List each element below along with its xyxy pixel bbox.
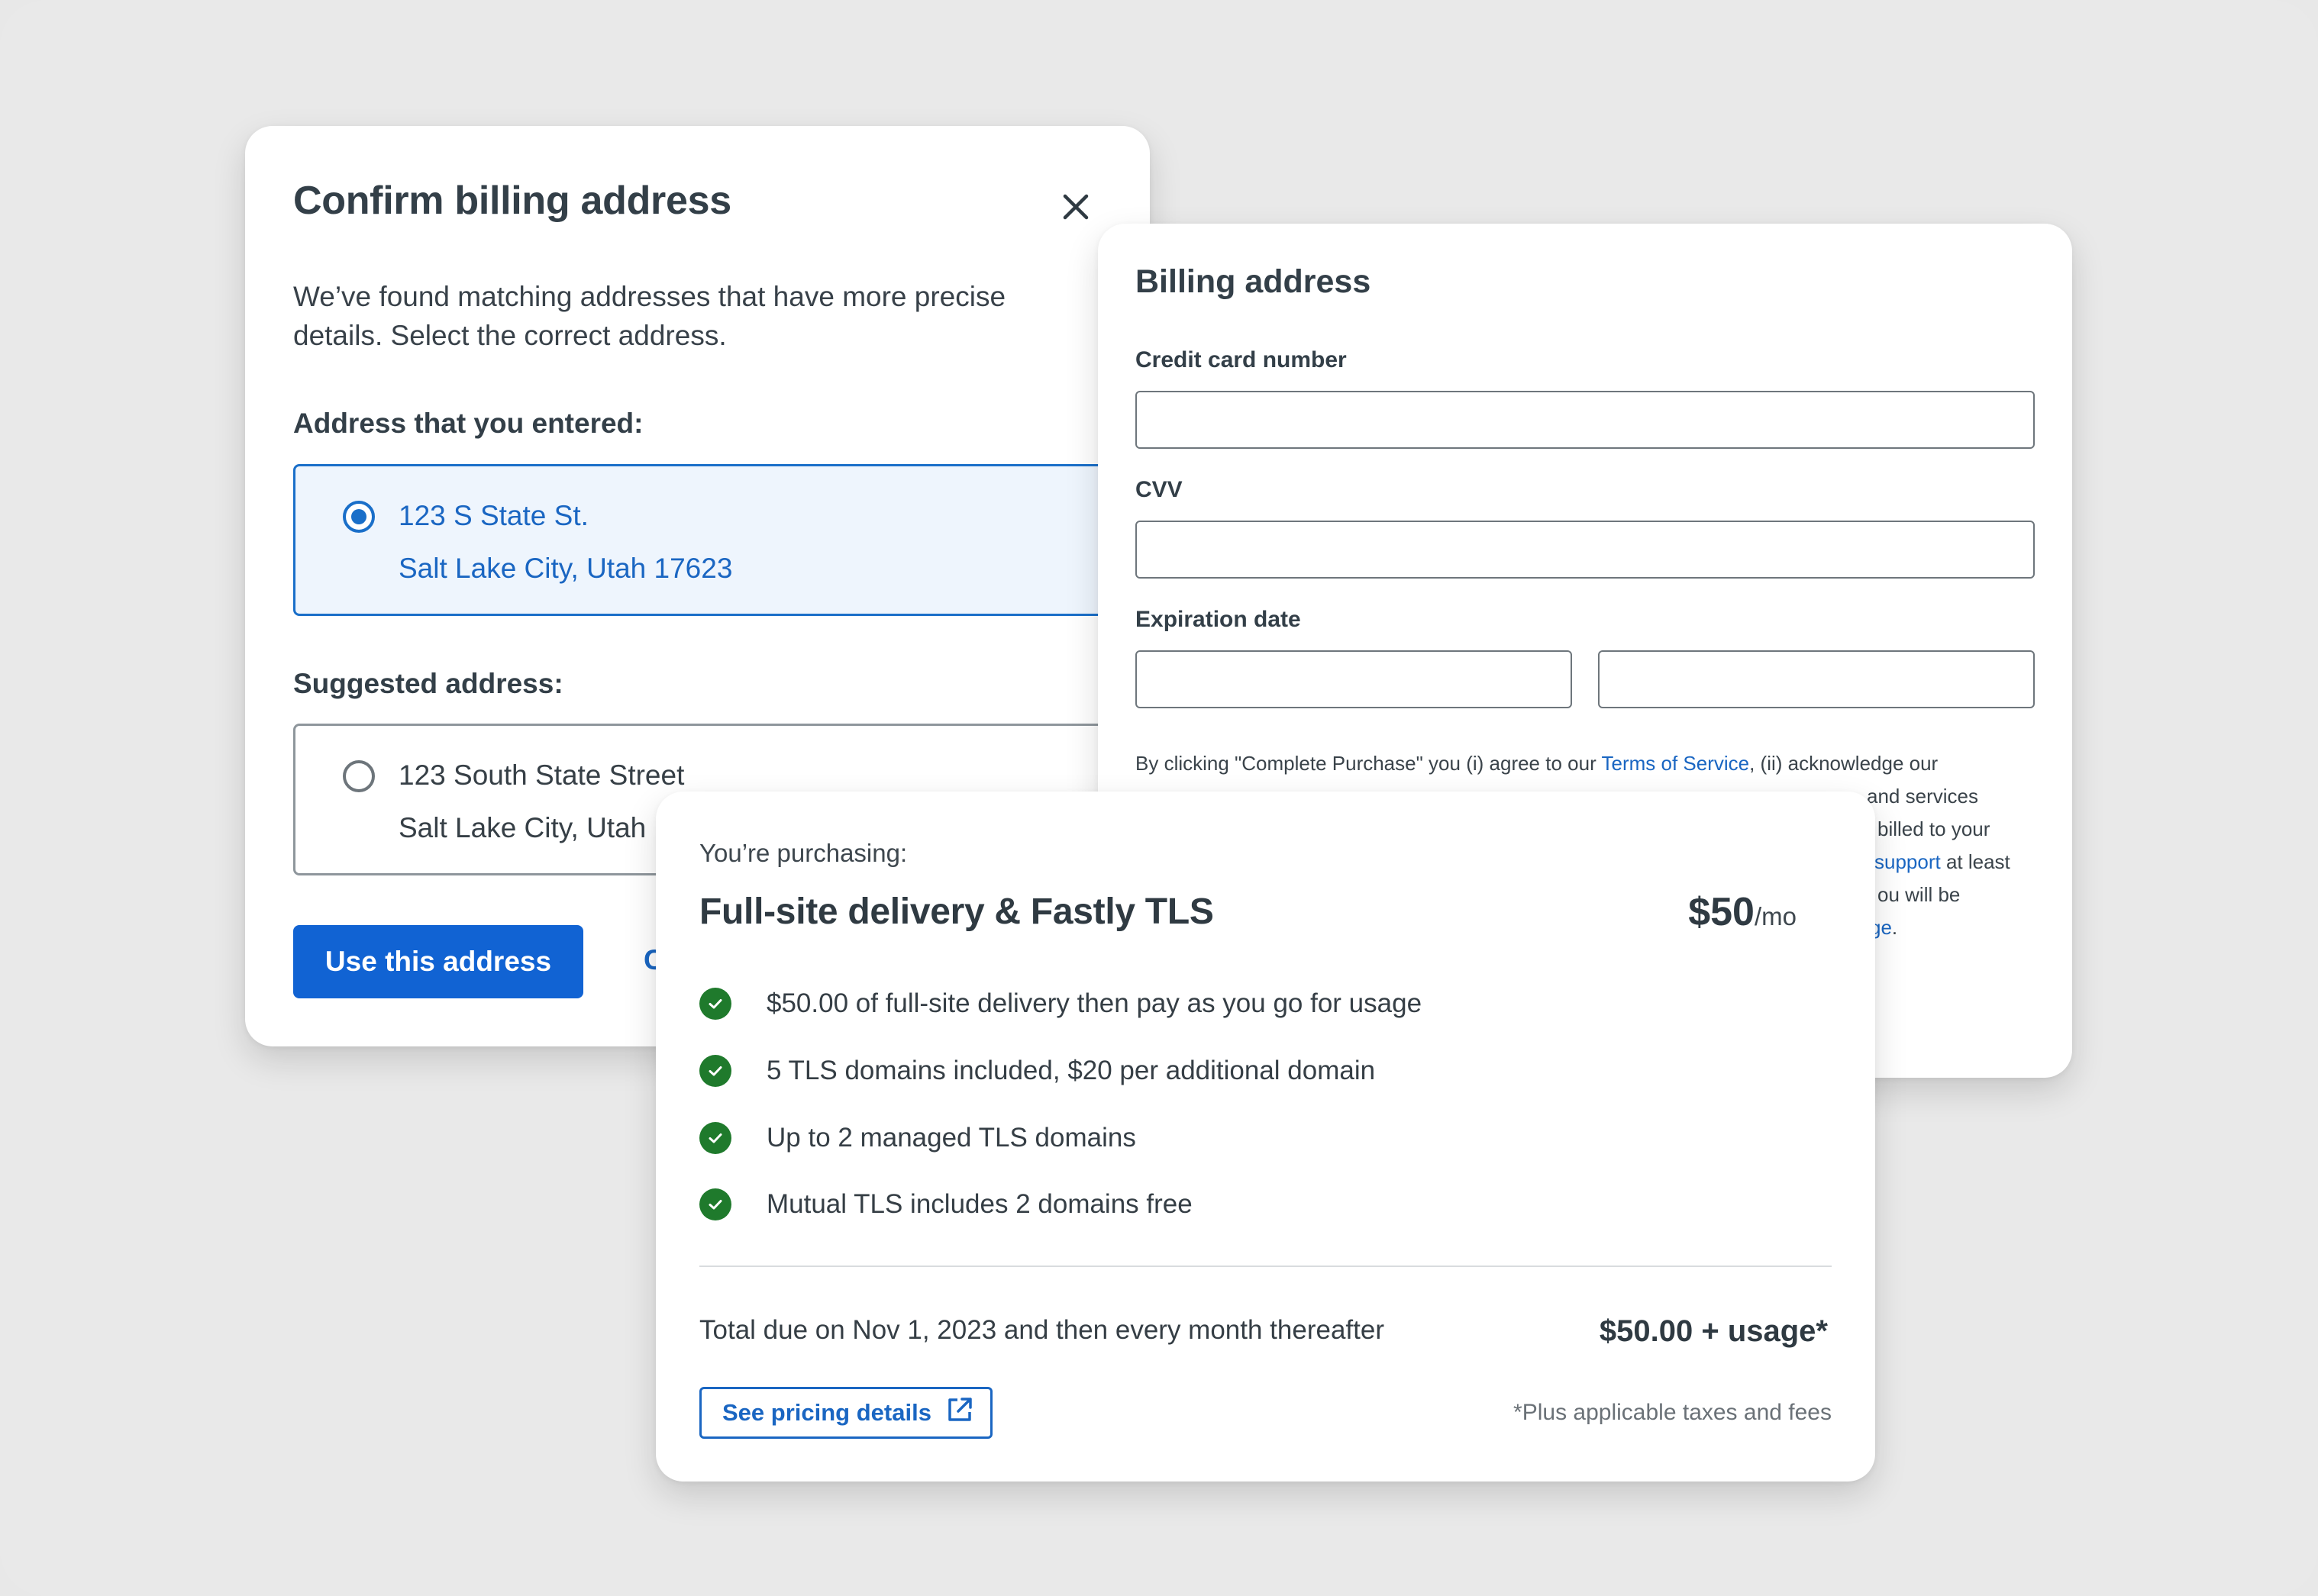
suggested-address-label: Suggested address: (293, 668, 563, 699)
total-due-label: Total due on Nov 1, 2023 and then every … (699, 1315, 1384, 1345)
expiration-year-input[interactable] (1598, 650, 2035, 708)
check-circle-icon (699, 988, 731, 1020)
pricing-button-label: See pricing details (722, 1399, 931, 1426)
feature-text: Mutual TLS includes 2 domains free (767, 1189, 1193, 1219)
divider (699, 1266, 1832, 1267)
legal-line1-pre: By clicking "Complete Purchase" you (i) … (1135, 752, 1602, 775)
feature-text: Up to 2 managed TLS domains (767, 1123, 1136, 1153)
check-circle-icon (699, 1122, 731, 1154)
purchase-summary-card: You’re purchasing: Full-site delivery & … (656, 792, 1875, 1482)
address-line2: Salt Lake City, Utah 17623 (399, 553, 733, 584)
total-due-value: $50.00 + usage* (1599, 1314, 1828, 1348)
cvv-input[interactable] (1135, 521, 2035, 579)
purchase-kicker: You’re purchasing: (699, 839, 908, 867)
dialog-description: We’ve found matching addresses that have… (293, 281, 1006, 351)
use-this-address-button[interactable]: Use this address (293, 925, 583, 998)
expiration-month-input[interactable] (1135, 650, 1572, 708)
address-line2: Salt Lake City, Utah (399, 812, 647, 843)
entered-address-label: Address that you entered: (293, 408, 644, 439)
check-circle-icon (699, 1055, 731, 1087)
close-icon[interactable] (1054, 185, 1097, 228)
see-pricing-details-button[interactable]: See pricing details (699, 1387, 993, 1439)
dialog-title: Confirm billing address (293, 179, 731, 223)
check-circle-icon (699, 1188, 731, 1220)
feature-item: 5 TLS domains included, $20 per addition… (699, 1052, 1375, 1090)
price-amount: $50 (1688, 890, 1755, 934)
feature-item: Up to 2 managed TLS domains (699, 1119, 1136, 1157)
price-period: /mo (1754, 902, 1797, 930)
legal-line1-post: , (ii) acknowledge our (1749, 752, 1939, 775)
address-line1: 123 S State St. (399, 500, 589, 531)
feature-item: $50.00 of full-site delivery then pay as… (699, 985, 1422, 1023)
taxes-note: *Plus applicable taxes and fees (1513, 1400, 1832, 1425)
cvv-label: CVV (1135, 477, 1183, 502)
legal-line4: at least (1940, 850, 2010, 873)
address-line1: 123 South State Street (399, 759, 685, 791)
radio-unselected[interactable] (343, 760, 375, 792)
billing-title: Billing address (1135, 263, 1371, 300)
support-link[interactable]: support (1874, 850, 1941, 873)
card-number-input[interactable] (1135, 391, 2035, 449)
feature-item: Mutual TLS includes 2 domains free (699, 1185, 1193, 1224)
external-link-icon (945, 1395, 974, 1430)
feature-text: $50.00 of full-site delivery then pay as… (767, 988, 1422, 1018)
product-name: Full-site delivery & Fastly TLS (699, 892, 1214, 932)
product-price: $50/mo (1688, 889, 1797, 935)
expiration-label: Expiration date (1135, 607, 1301, 632)
terms-of-service-link[interactable]: Terms of Service (1601, 752, 1749, 775)
card-number-label: Credit card number (1135, 347, 1347, 372)
entered-address-option[interactable]: 123 S State St. Salt Lake City, Utah 176… (293, 464, 1150, 616)
legal-line6: . (1891, 916, 1898, 939)
radio-selected[interactable] (343, 501, 375, 533)
feature-text: 5 TLS domains included, $20 per addition… (767, 1056, 1376, 1085)
